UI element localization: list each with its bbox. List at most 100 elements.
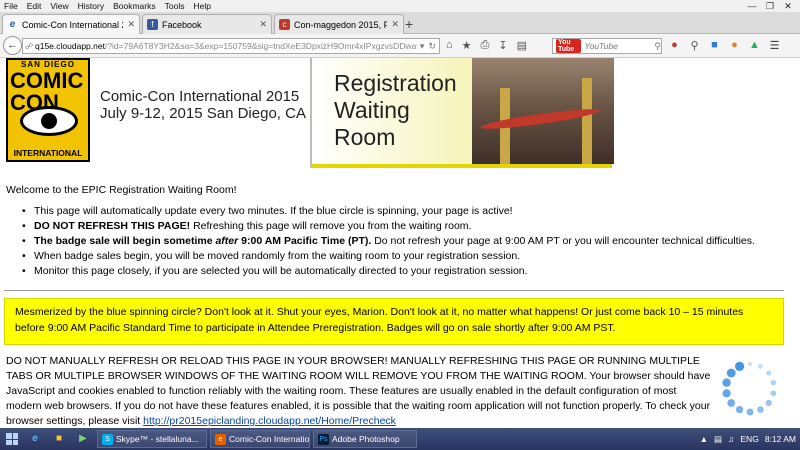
task-skype[interactable]: S Skype™ - stellaluna... bbox=[97, 430, 207, 448]
folder-taskbar-icon[interactable]: ■ bbox=[48, 430, 70, 448]
menu-tools[interactable]: Tools bbox=[161, 0, 190, 12]
clock[interactable]: 8:12 AM bbox=[765, 434, 796, 444]
new-tab-button[interactable]: + bbox=[405, 16, 413, 32]
event-name: Comic-Con International 2015 bbox=[100, 88, 300, 105]
reg-title-line-2: Waiting bbox=[334, 97, 410, 123]
window-controls: — ❐ ✕ bbox=[744, 0, 796, 12]
spinner-dot bbox=[722, 389, 731, 398]
menu-history[interactable]: History bbox=[74, 0, 109, 12]
logo-bottom-text: INTERNATIONAL bbox=[13, 148, 83, 158]
print-icon[interactable]: ⎙ bbox=[481, 39, 490, 52]
task-label: Adobe Photoshop bbox=[332, 434, 400, 444]
tab-close-icon[interactable]: ✕ bbox=[391, 19, 399, 30]
url-path: /?id=79A6T8Y3H2&sa=3&exp=150759&sig=tndX… bbox=[104, 41, 417, 51]
download-icon[interactable]: ↧ bbox=[498, 39, 507, 52]
windows-start-icon[interactable] bbox=[2, 429, 22, 449]
back-button[interactable]: ← bbox=[3, 36, 22, 55]
search-input[interactable] bbox=[584, 41, 655, 51]
instruction-3-bold-b: 9:00 AM Pacific Time (PT). bbox=[238, 235, 372, 247]
nav-icons: ⌂ ★ ⎙ ↧ ▤ bbox=[446, 39, 527, 52]
menu-bookmarks[interactable]: Bookmarks bbox=[109, 0, 161, 12]
skype-icon: S bbox=[102, 433, 113, 445]
zoom-icon[interactable]: ⚲ bbox=[688, 39, 701, 52]
language-indicator[interactable]: ENG bbox=[740, 434, 758, 444]
event-dates: July 9-12, 2015 San Diego, CA bbox=[100, 105, 306, 122]
tab-comic-con[interactable]: e Comic-Con International 2... ✕ bbox=[2, 14, 140, 34]
spinner-dot bbox=[722, 378, 731, 387]
addon-red-icon[interactable]: ● bbox=[668, 39, 681, 52]
spinner-dot bbox=[765, 399, 772, 407]
tab-label: Con-maggedon 2015, Part... bbox=[294, 19, 388, 30]
menu-icon[interactable]: ☰ bbox=[768, 39, 781, 52]
ie-taskbar-icon[interactable]: e bbox=[24, 430, 46, 448]
menu-edit[interactable]: Edit bbox=[23, 0, 47, 12]
list-item: DO NOT REFRESH THIS PAGE! Refreshing thi… bbox=[22, 219, 792, 234]
navigation-bar: ← ☍ q15e.cloudapp.net /?id=79A6T8Y3H2&sa… bbox=[0, 34, 800, 58]
tab-facebook[interactable]: f Facebook ✕ bbox=[142, 14, 272, 34]
volume-icon[interactable]: ♫ bbox=[728, 434, 734, 444]
spinner-dot bbox=[735, 405, 744, 414]
loading-spinner-icon bbox=[722, 361, 777, 416]
welcome-text: Welcome to the EPIC Registration Waiting… bbox=[6, 184, 237, 196]
addon-green-icon[interactable]: ▲ bbox=[748, 39, 761, 52]
instruction-2: Refreshing this page will remove you fro… bbox=[190, 220, 472, 232]
photoshop-icon: Ps bbox=[318, 433, 329, 445]
search-box[interactable]: You Tube ⚲ bbox=[552, 38, 662, 54]
instruction-2-bold: DO NOT REFRESH THIS PAGE! bbox=[34, 220, 191, 232]
spinner-dot bbox=[747, 361, 753, 367]
firefox-icon: e bbox=[215, 433, 226, 445]
list-item: Monitor this page closely, if you are se… bbox=[22, 264, 792, 279]
url-host: q15e.cloudapp.net bbox=[35, 41, 105, 51]
ie-icon: e bbox=[7, 19, 18, 30]
instruction-3-bold: The badge sale will begin sometime after… bbox=[34, 235, 371, 247]
star-icon[interactable]: ★ bbox=[462, 39, 472, 52]
reg-title-line-3: Room bbox=[334, 124, 396, 150]
media-taskbar-icon[interactable]: ▶ bbox=[72, 430, 94, 448]
home-icon[interactable]: ⌂ bbox=[446, 39, 453, 52]
menu-bar: File Edit View History Bookmarks Tools H… bbox=[0, 0, 800, 12]
reg-title-line-1: Registration bbox=[334, 70, 457, 96]
spinner-dot bbox=[727, 399, 736, 407]
spinner-dot bbox=[770, 379, 777, 386]
registration-panel: Registration Waiting Room bbox=[310, 58, 614, 168]
spinner-dot bbox=[758, 363, 763, 369]
maximize-icon[interactable]: ❐ bbox=[762, 0, 778, 12]
divider bbox=[4, 290, 784, 291]
reload-icon[interactable]: ↻ bbox=[428, 41, 436, 52]
addon-orange-icon[interactable]: ● bbox=[728, 39, 741, 52]
search-icon[interactable]: ⚲ bbox=[654, 41, 661, 52]
tab-bar: e Comic-Con International 2... ✕ f Faceb… bbox=[0, 12, 800, 34]
comic-con-logo: SAN DIEGO COMIC CON INTERNATIONAL bbox=[6, 58, 90, 162]
task-firefox[interactable]: e Comic-Con Internatio... bbox=[210, 430, 310, 448]
spinner-dot bbox=[770, 390, 777, 397]
menu-view[interactable]: View bbox=[46, 0, 73, 12]
instruction-3: Do not refresh your page at 9:00 AM PT o… bbox=[371, 235, 755, 247]
task-label: Skype™ - stellaluna... bbox=[116, 434, 199, 444]
task-photoshop[interactable]: Ps Adobe Photoshop bbox=[313, 430, 417, 448]
tab-close-icon[interactable]: ✕ bbox=[259, 19, 267, 30]
instruction-5: Monitor this page closely, if you are se… bbox=[34, 265, 528, 277]
taskbar: e ■ ▶ S Skype™ - stellaluna... e Comic-C… bbox=[0, 428, 800, 450]
tab-close-icon[interactable]: ✕ bbox=[127, 19, 135, 30]
dropdown-icon[interactable]: ▾ bbox=[420, 41, 425, 52]
addon-blue-icon[interactable]: ■ bbox=[708, 39, 721, 52]
menu-file[interactable]: File bbox=[0, 0, 23, 12]
tab-con-maggedon[interactable]: c Con-maggedon 2015, Part... ✕ bbox=[274, 14, 404, 34]
instruction-4: When badge sales begin, you will be move… bbox=[34, 250, 521, 262]
list-item: This page will automatically update ever… bbox=[22, 204, 792, 219]
close-window-icon[interactable]: ✕ bbox=[780, 0, 796, 12]
tab-label: Facebook bbox=[162, 19, 202, 30]
precheck-link[interactable]: http://pr2015epiclanding.cloudapp.net/Ho… bbox=[143, 415, 396, 427]
tab-label: Comic-Con International 2... bbox=[22, 19, 124, 30]
warning-text: DO NOT MANUALLY REFRESH OR RELOAD THIS P… bbox=[6, 354, 714, 428]
network-icon[interactable]: ▤ bbox=[714, 434, 722, 445]
spinner-dot bbox=[757, 406, 764, 413]
menu-help[interactable]: Help bbox=[189, 0, 215, 12]
instruction-1: This page will automatically update ever… bbox=[34, 205, 513, 217]
list-item: When badge sales begin, you will be move… bbox=[22, 249, 792, 264]
eye-icon bbox=[20, 106, 78, 136]
minimize-icon[interactable]: — bbox=[744, 0, 760, 12]
clipboard-icon[interactable]: ▤ bbox=[517, 39, 527, 52]
url-bar[interactable]: ☍ q15e.cloudapp.net /?id=79A6T8Y3H2&sa=3… bbox=[22, 38, 440, 54]
tray-arrow-icon[interactable]: ▲ bbox=[700, 434, 708, 444]
